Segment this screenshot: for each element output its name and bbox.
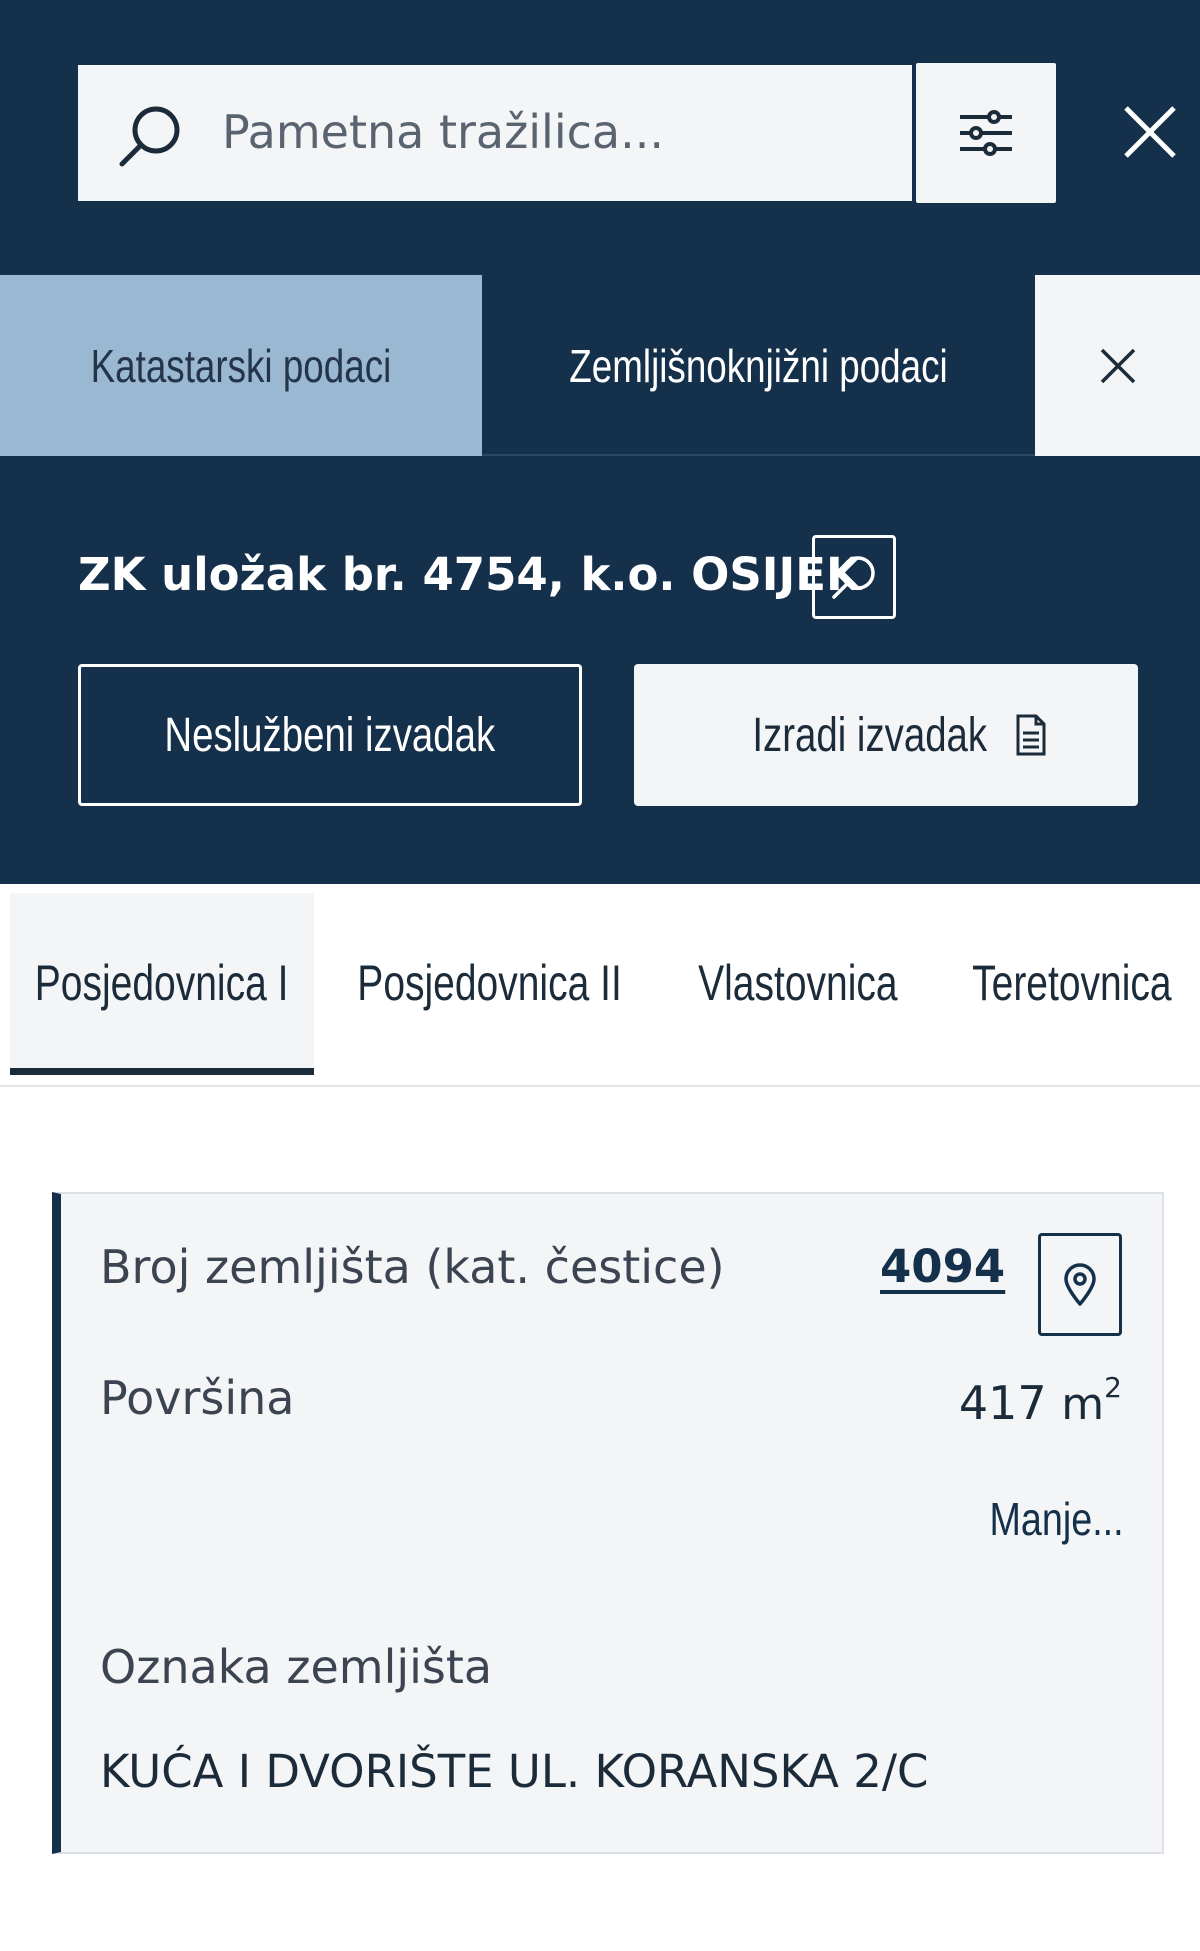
tab-zemljisnoknjizni-podaci[interactable]: Zemljišnoknjižni podaci	[482, 275, 1035, 456]
area-value: 417 m2	[900, 1371, 1122, 1430]
active-tab-indicator	[10, 1068, 314, 1075]
create-extract-button[interactable]: Izradi izvadak	[634, 664, 1138, 806]
land-mark-label: Oznaka zemljišta	[100, 1640, 493, 1694]
search-icon	[119, 106, 180, 167]
tab-label: Vlastovnica	[698, 955, 898, 1011]
button-label: Izradi izvadak	[752, 708, 988, 762]
close-panel-button[interactable]	[1035, 275, 1200, 456]
document-icon	[1016, 714, 1046, 756]
parcel-number-link[interactable]: 4094	[880, 1240, 1005, 1293]
link-label: Manje...	[989, 1493, 1124, 1545]
tab-label: Katastarski podaci	[90, 339, 392, 392]
divider	[0, 1085, 1200, 1087]
area-unit-base: m	[1061, 1379, 1105, 1430]
tab-vlastovnica[interactable]: Vlastovnica	[668, 893, 928, 1073]
search-input[interactable]	[220, 82, 880, 182]
tab-teretovnica[interactable]: Teretovnica	[944, 893, 1200, 1073]
tab-label: Posjedovnica I	[35, 955, 289, 1011]
area-unit: m2	[1061, 1371, 1122, 1430]
search-icon	[832, 556, 875, 599]
tab-label: Posjedovnica II	[357, 955, 623, 1011]
land-mark-value: KUĆA I DVORIŠTE UL. KORANSKA 2/C	[100, 1745, 929, 1798]
parcel-number-label: Broj zemljišta (kat. čestice)	[100, 1240, 725, 1294]
sliders-icon	[960, 110, 1012, 156]
close-icon[interactable]	[1118, 100, 1182, 164]
area-label: Površina	[100, 1371, 295, 1425]
tab-posjedovnica-i[interactable]: Posjedovnica I	[10, 893, 314, 1073]
unofficial-extract-button[interactable]: Neslužbeni izvadak	[78, 664, 582, 806]
area-unit-exponent: 2	[1104, 1371, 1122, 1404]
show-less-link[interactable]: Manje...	[960, 1492, 1123, 1546]
area-number: 417	[958, 1376, 1047, 1430]
tab-label: Teretovnica	[972, 955, 1172, 1011]
close-icon	[1100, 348, 1135, 383]
tab-posjedovnica-ii[interactable]: Posjedovnica II	[330, 893, 650, 1073]
page-title: ZK uložak br. 4754, k.o. OSIJEK	[78, 548, 861, 601]
map-pin-icon	[1064, 1263, 1096, 1306]
tab-katastarski-podaci[interactable]: Katastarski podaci	[0, 275, 482, 456]
button-label: Neslužbeni izvadak	[164, 708, 496, 762]
tab-label: Zemljišnoknjižni podaci	[569, 339, 948, 392]
